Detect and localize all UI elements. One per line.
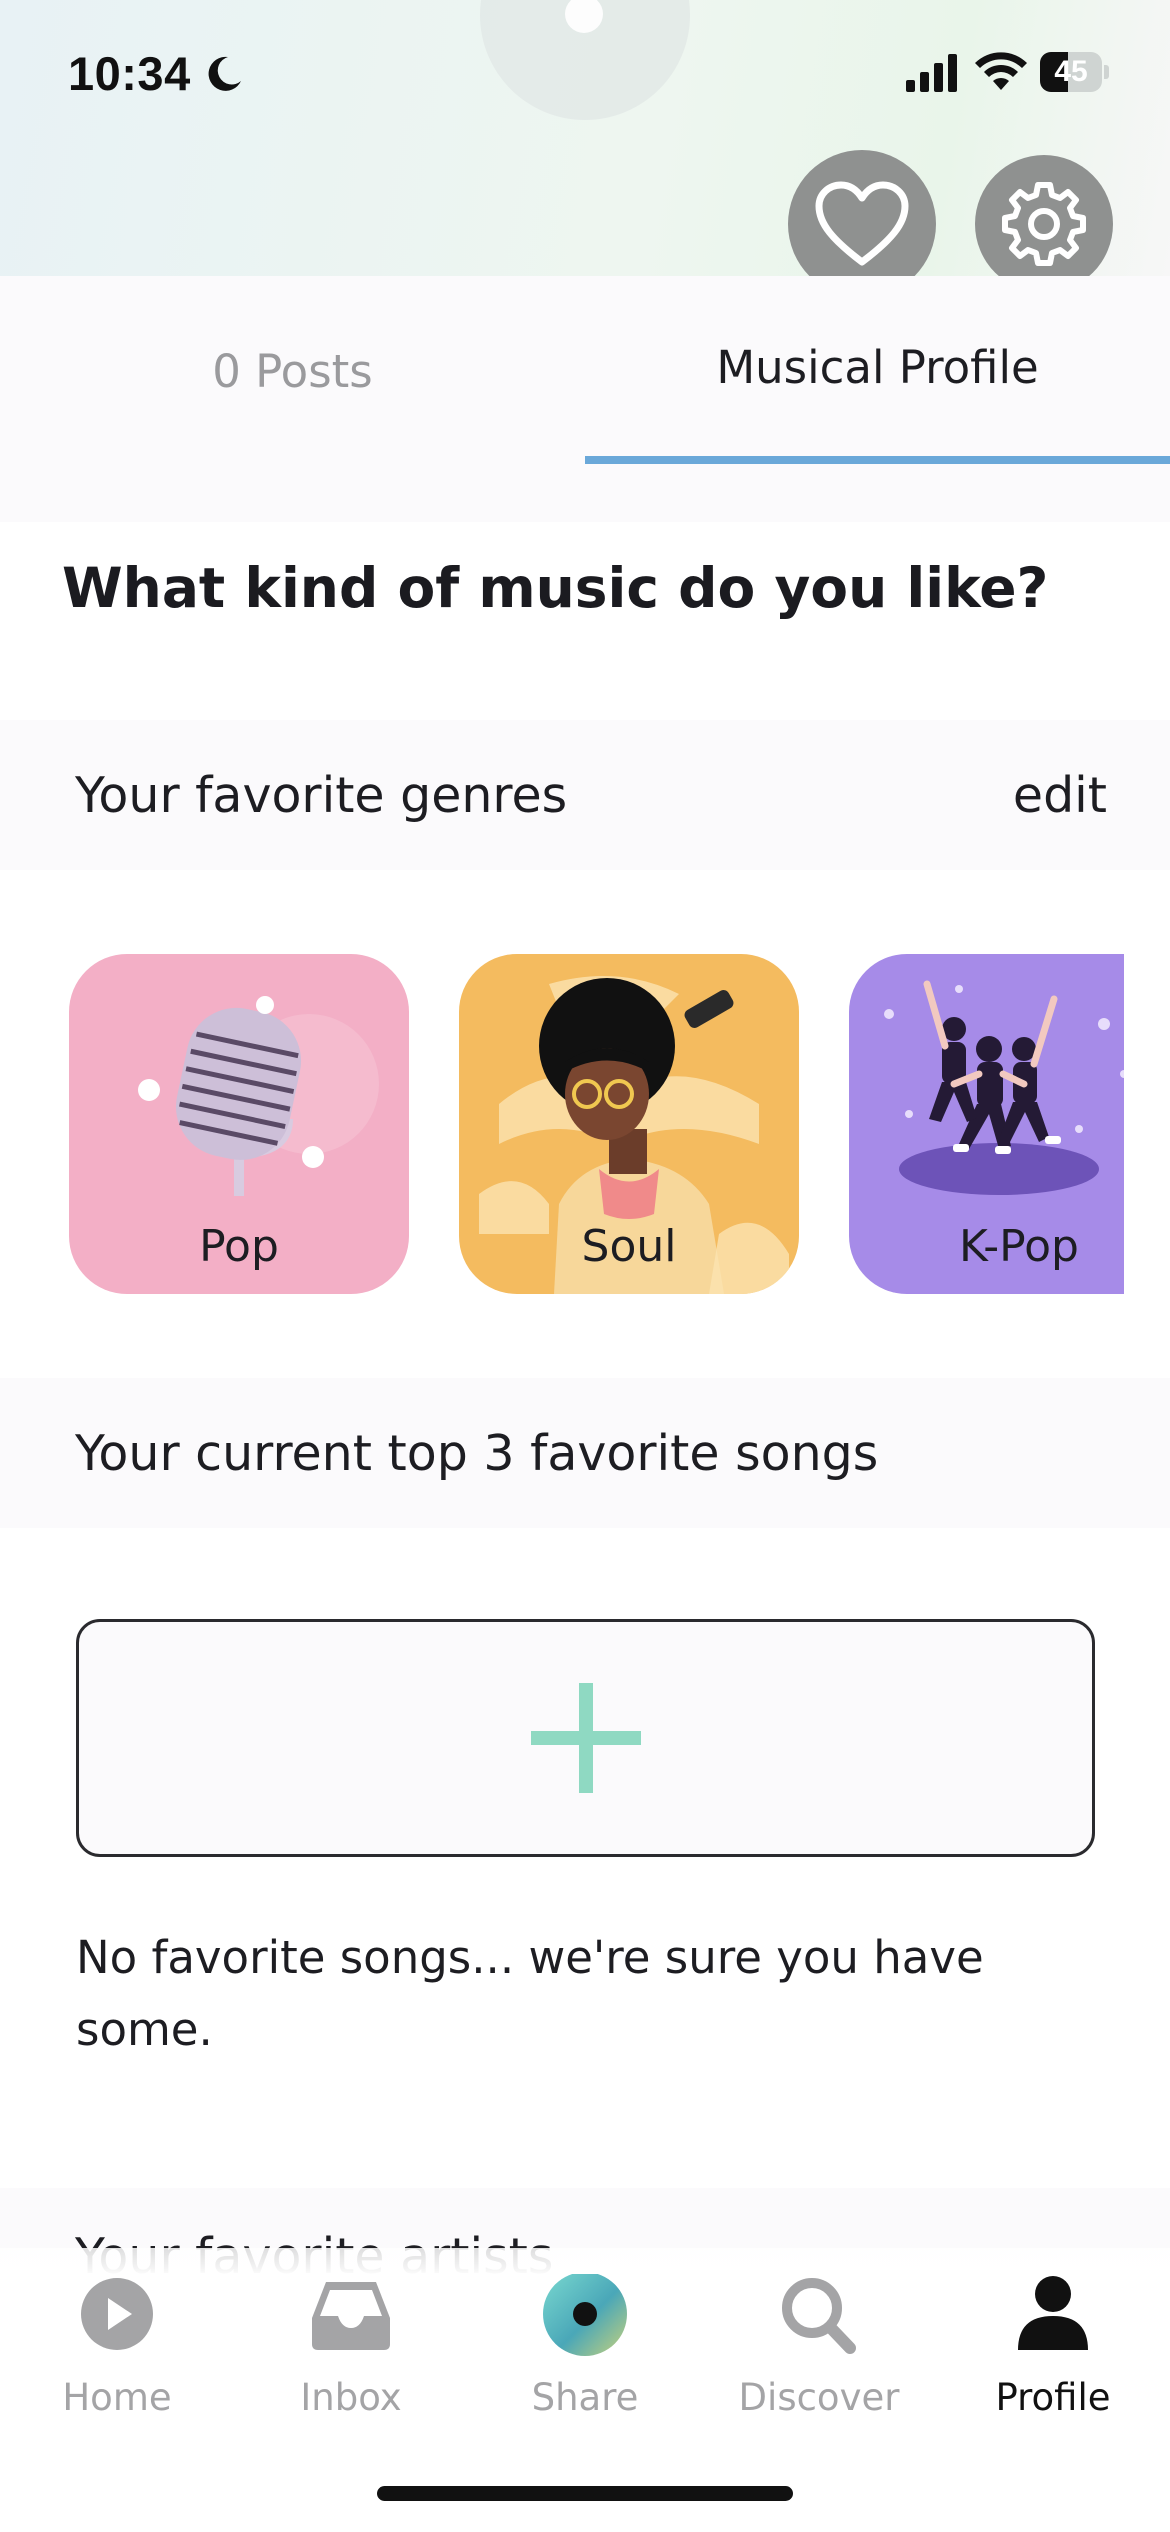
nav-home[interactable]: Home: [0, 2248, 234, 2448]
genre-label: Soul: [581, 1221, 677, 1272]
home-indicator: [377, 2486, 793, 2501]
heart-icon: [815, 181, 909, 266]
inbox-tray-icon: [312, 2282, 390, 2350]
musical-profile-screen: 10:34 45 0 Posts Musical Profile What ki…: [0, 0, 1170, 2532]
genre-card-soul[interactable]: Soul: [459, 954, 799, 1294]
nav-label: Discover: [738, 2376, 900, 2419]
nav-discover[interactable]: Discover: [702, 2248, 936, 2448]
add-favorite-song-button[interactable]: [76, 1619, 1095, 1857]
profile-tabs: 0 Posts Musical Profile: [0, 276, 1170, 522]
tab-musical-profile[interactable]: Musical Profile: [585, 272, 1170, 462]
play-circle-icon: [81, 2278, 153, 2350]
nav-label: Inbox: [300, 2376, 402, 2419]
nav-label: Profile: [995, 2376, 1111, 2419]
nav-profile[interactable]: Profile: [936, 2248, 1170, 2448]
nav-label: Share: [531, 2376, 639, 2419]
songs-section-header: Your current top 3 favorite songs: [0, 1378, 1170, 1528]
active-tab-indicator: [585, 456, 1170, 464]
edit-genres-link[interactable]: edit: [1013, 767, 1107, 824]
genre-label: Pop: [199, 1221, 279, 1272]
wifi-icon: [975, 52, 1027, 90]
battery-icon: 45: [1040, 52, 1109, 92]
genre-card-kpop[interactable]: K-Pop: [849, 954, 1124, 1294]
genres-section-title: Your favorite genres: [75, 766, 568, 824]
status-time: 10:34: [68, 47, 191, 100]
nav-label: Home: [62, 2376, 172, 2419]
tab-posts[interactable]: 0 Posts: [0, 276, 585, 466]
search-icon: [782, 2278, 856, 2354]
songs-section-title: Your current top 3 favorite songs: [75, 1424, 879, 1482]
moon-icon: [208, 56, 241, 91]
gear-icon: [1002, 182, 1086, 266]
genre-carousel[interactable]: Pop Soul K-Pop: [0, 954, 1124, 1294]
cellular-signal-icon: [906, 54, 957, 92]
battery-level: 45: [1054, 55, 1088, 88]
vinyl-disc-decoration: [480, 0, 690, 120]
genre-label: K-Pop: [959, 1221, 1079, 1272]
page-heading: What kind of music do you like?: [62, 556, 1049, 620]
empty-songs-message: No favorite songs... we're sure you have…: [76, 1931, 984, 2056]
nav-inbox[interactable]: Inbox: [234, 2248, 468, 2448]
share-orb-icon: [543, 2274, 627, 2356]
genres-section-header: Your favorite genres edit: [0, 720, 1170, 870]
nav-share[interactable]: Share: [468, 2248, 702, 2448]
person-icon: [1018, 2276, 1088, 2350]
plus-icon: [530, 1683, 641, 1793]
genre-card-pop[interactable]: Pop: [69, 954, 409, 1294]
